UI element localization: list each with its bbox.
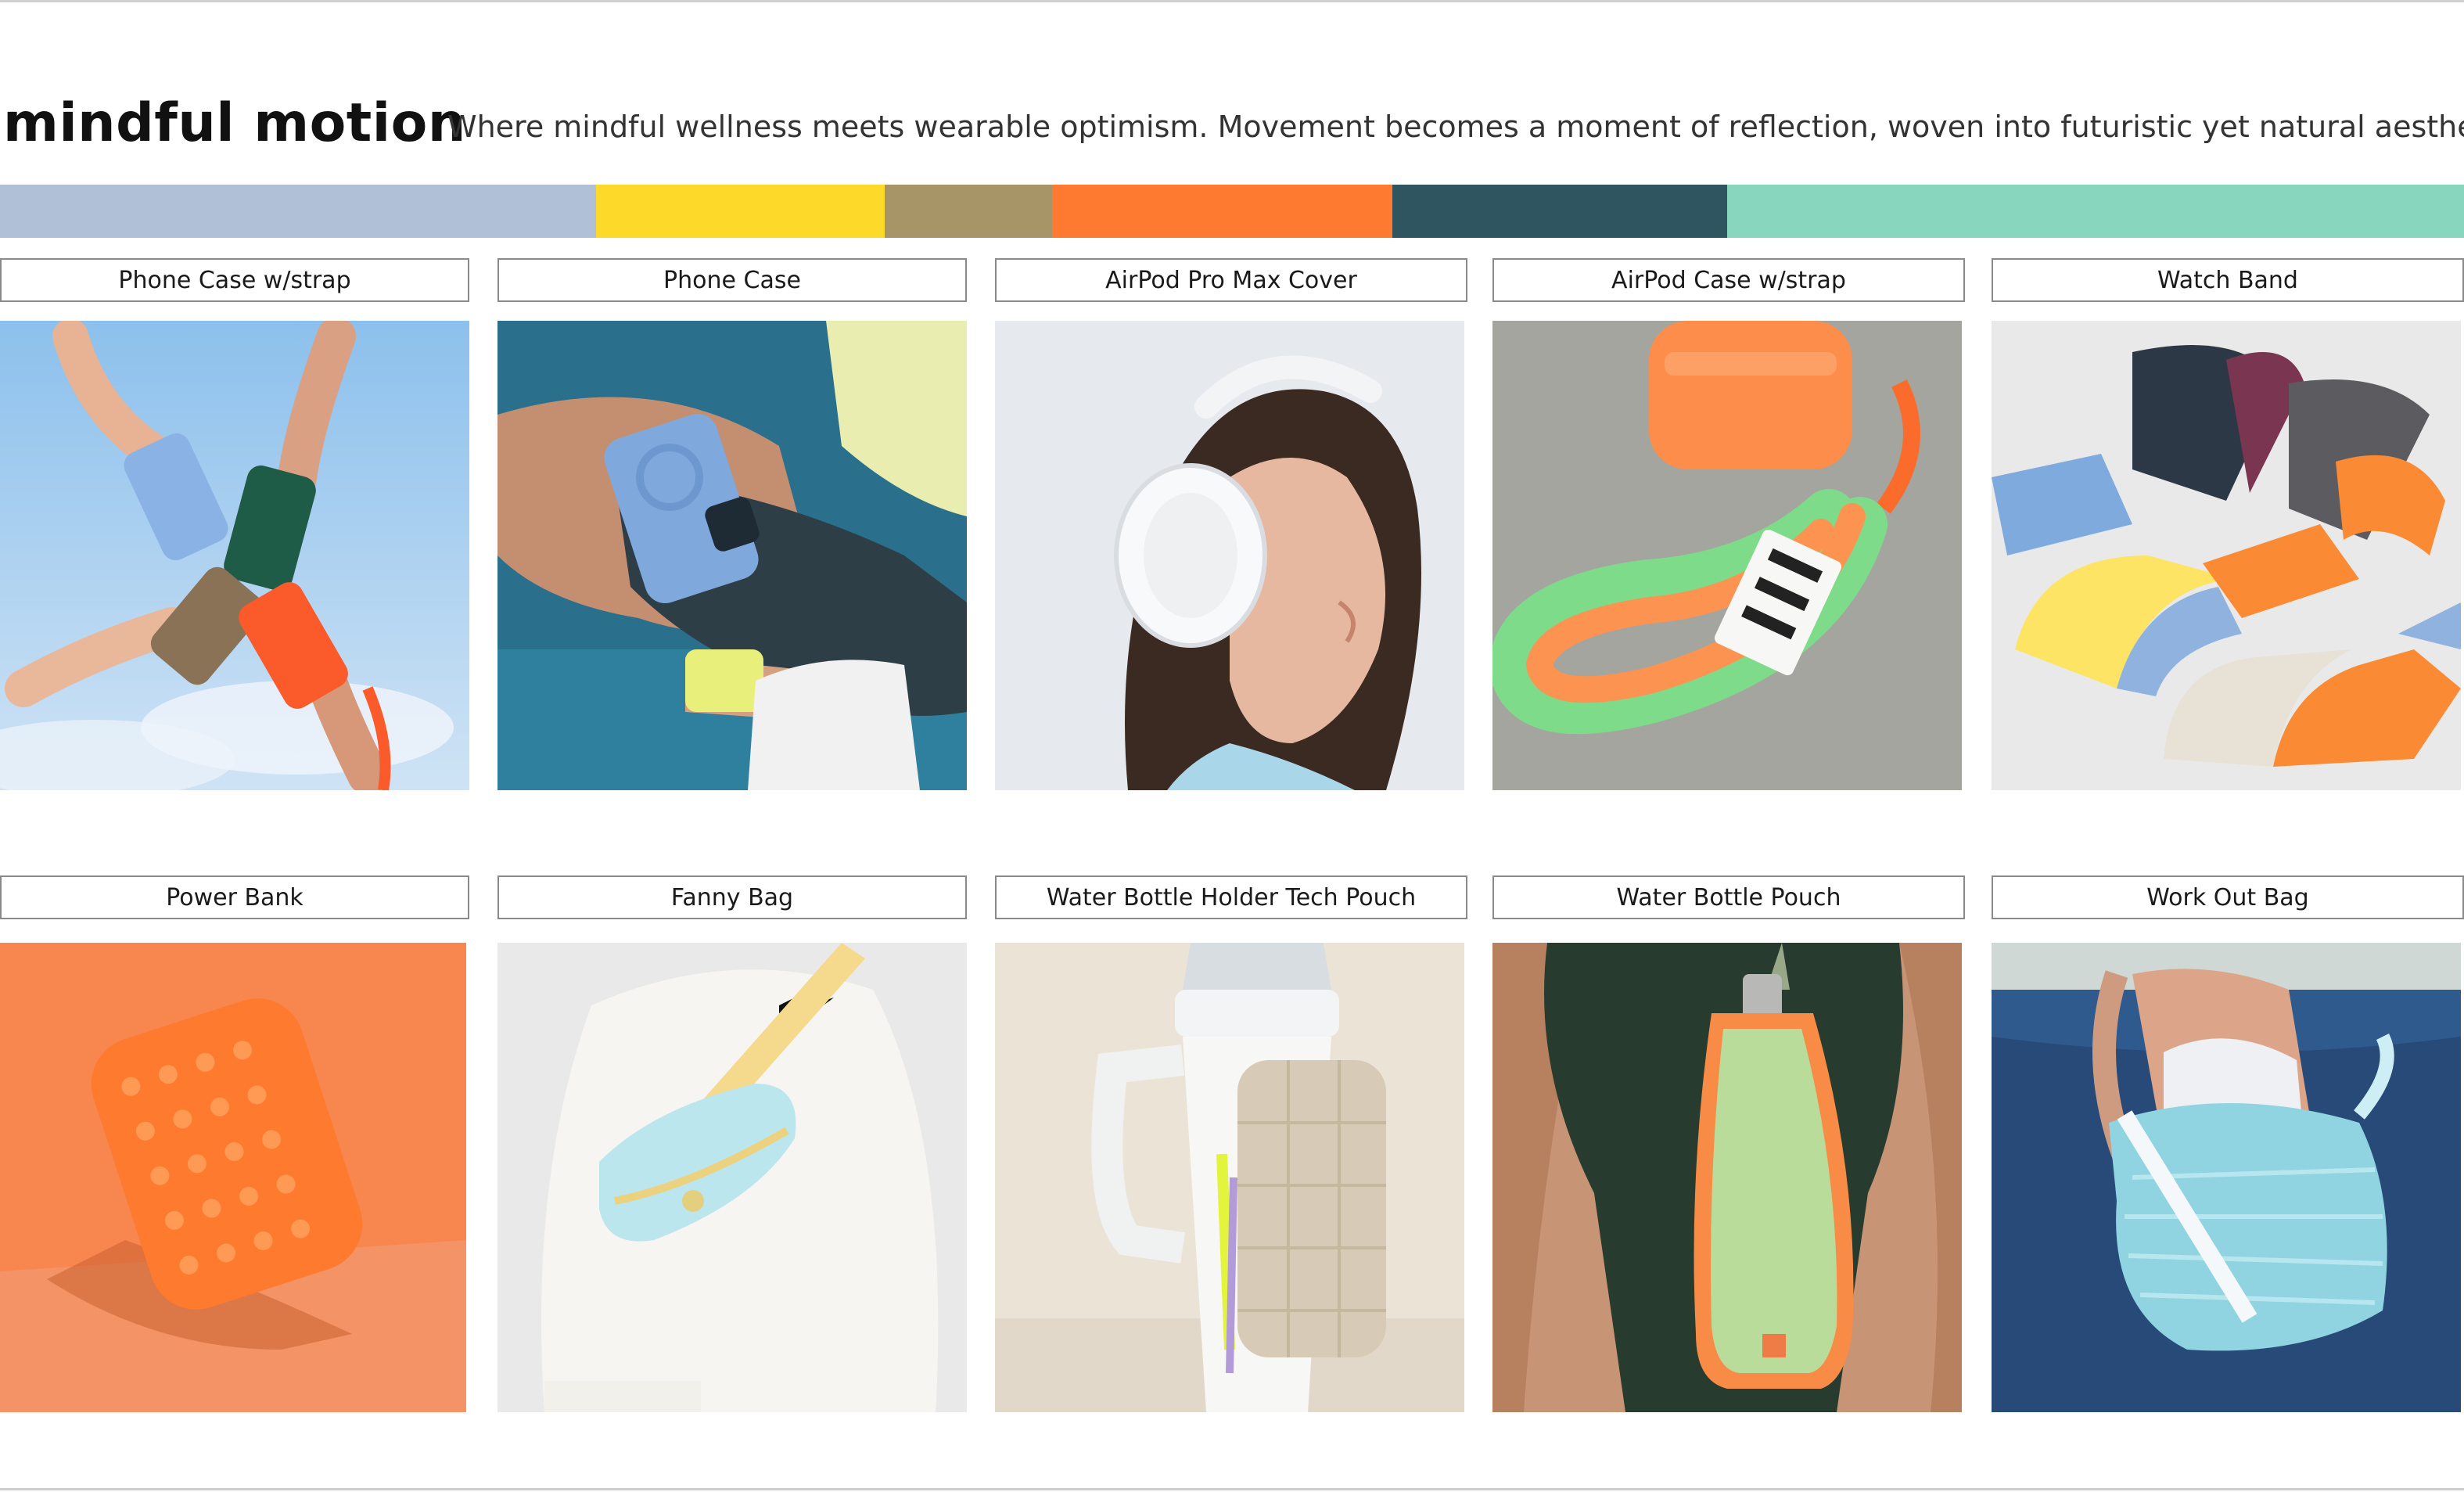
bottle-holder-tech-pouch-image bbox=[995, 943, 1464, 1412]
photo-power-bank[interactable] bbox=[0, 943, 466, 1412]
label-watch-band: Watch Band bbox=[1992, 258, 2464, 302]
photo-watch-band[interactable] bbox=[1992, 321, 2461, 790]
swatch-mint bbox=[1727, 185, 2464, 238]
swatch-dusty-blue bbox=[0, 185, 597, 238]
label-phone-case-strap: Phone Case w/strap bbox=[0, 258, 469, 302]
swatch-olive-khaki bbox=[884, 185, 1053, 238]
label-workout-bag: Work Out Bag bbox=[1992, 875, 2464, 919]
label-airpod-max-cover: AirPod Pro Max Cover bbox=[995, 258, 1467, 302]
label-power-bank: Power Bank bbox=[0, 875, 469, 919]
page-title: mindful motion bbox=[3, 92, 466, 154]
swatch-sun-yellow bbox=[596, 185, 885, 238]
swatch-tangerine bbox=[1052, 185, 1392, 238]
workout-bag-image bbox=[1992, 943, 2461, 1412]
photo-water-bottle-pouch[interactable] bbox=[1492, 943, 1962, 1412]
bottom-divider bbox=[0, 1488, 2464, 1490]
photo-phone-case[interactable] bbox=[497, 321, 967, 790]
label-bottle-holder-tech-pouch: Water Bottle Holder Tech Pouch bbox=[995, 875, 1467, 919]
airpod-case-strap-image bbox=[1492, 321, 1962, 790]
photo-airpod-case-strap[interactable] bbox=[1492, 321, 1962, 790]
phone-case-strap-image bbox=[0, 321, 469, 790]
photo-fanny-bag[interactable] bbox=[497, 943, 967, 1412]
photo-airpod-max-cover[interactable] bbox=[995, 321, 1464, 790]
photo-workout-bag[interactable] bbox=[1992, 943, 2461, 1412]
airpod-max-cover-image bbox=[995, 321, 1464, 790]
phone-case-image bbox=[497, 321, 967, 790]
label-fanny-bag: Fanny Bag bbox=[497, 875, 967, 919]
label-water-bottle-pouch: Water Bottle Pouch bbox=[1492, 875, 1965, 919]
power-bank-image bbox=[0, 943, 466, 1412]
water-bottle-pouch-image bbox=[1492, 943, 1962, 1412]
label-airpod-case-strap: AirPod Case w/strap bbox=[1492, 258, 1965, 302]
top-divider bbox=[0, 0, 2464, 2]
color-palette bbox=[0, 185, 2464, 238]
page-tagline: Where mindful wellness meets wearable op… bbox=[447, 110, 2464, 144]
label-phone-case: Phone Case bbox=[497, 258, 967, 302]
fanny-bag-image bbox=[497, 943, 967, 1412]
swatch-deep-teal bbox=[1392, 185, 1728, 238]
photo-phone-case-strap[interactable] bbox=[0, 321, 469, 790]
watch-band-image bbox=[1992, 321, 2461, 790]
photo-bottle-holder-tech-pouch[interactable] bbox=[995, 943, 1464, 1412]
